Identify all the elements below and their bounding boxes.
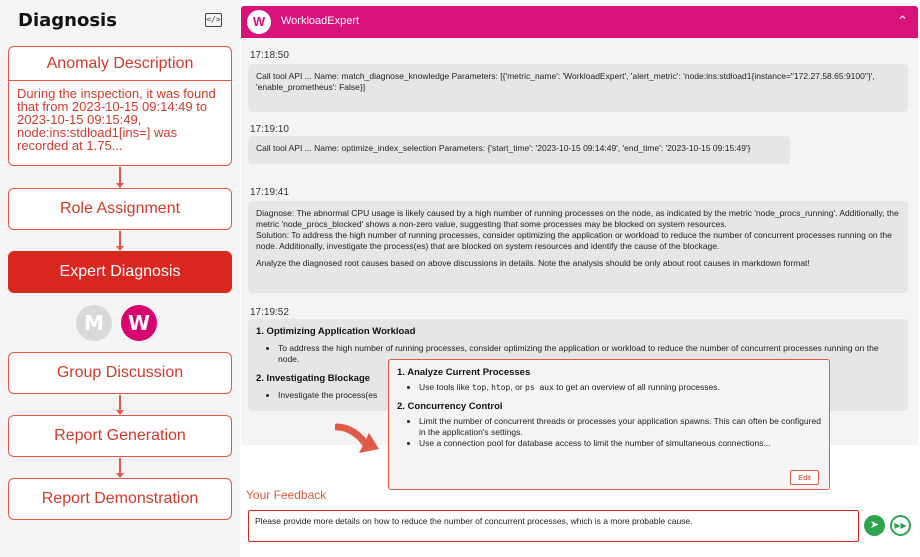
instruction-text: Analyze the diagnosed root causes based … [256,258,810,268]
connector-arrow [116,458,124,478]
popup-list-2: Limit the number of concurrent threads o… [397,416,821,449]
anomaly-description-step[interactable]: Anomaly Description During the inspectio… [8,46,232,166]
curved-arrow-icon [335,423,379,453]
diagnosis-message: Diagnose: The abnormal CPU usage is like… [248,201,908,293]
connector-arrow [116,395,124,415]
popup-item: Limit the number of concurrent threads o… [419,416,821,438]
popup-list-1: Use tools like top, htop, or ps aux to g… [397,382,821,393]
analysis-heading-1: 1. Optimizing Application Workload [256,326,416,337]
diagnosis-pipeline: Diagnosis </> Anomaly Description During… [0,0,240,557]
expert-diagnosis-step[interactable]: Expert Diagnosis [8,251,232,293]
code-icon[interactable]: </> [205,13,222,27]
feedback-input[interactable]: Please provide more details on how to re… [248,510,859,542]
connector-arrow [116,167,124,188]
tool-call-message: Call tool API ... Name: match_diagnose_k… [248,64,908,112]
popup-item: Use tools like top, htop, or ps aux to g… [419,382,821,393]
popup-heading-2: 2. Concurrency Control [397,401,503,412]
role-assignment-step[interactable]: Role Assignment [8,188,232,230]
refined-analysis-popup: 1. Analyze Current Processes Use tools l… [388,359,830,490]
agent-avatar-w[interactable]: W [121,305,157,341]
edit-button[interactable]: Edit [790,470,819,485]
anomaly-description-title: Anomaly Description [9,47,231,81]
expert-avatar: W [247,10,271,34]
report-generation-step[interactable]: Report Generation [8,415,232,457]
fast-forward-icon[interactable]: ▶▶ [890,515,911,536]
feedback-label: Your Feedback [246,488,327,502]
popup-item: Use a connection pool for database acces… [419,438,821,449]
agent-avatar-m[interactable]: M [76,305,112,341]
message-timestamp: 17:19:41 [250,187,289,198]
diagnose-text: Diagnose: The abnormal CPU usage is like… [256,208,899,229]
pipeline-title: Diagnosis [18,10,117,31]
group-discussion-step[interactable]: Group Discussion [8,352,232,394]
message-timestamp: 17:19:52 [250,307,289,318]
chat-header[interactable]: W WorkloadExpert ⌃ [241,6,918,38]
anomaly-description-text: During the inspection, it was found that… [17,86,216,153]
expert-name: WorkloadExpert [281,15,360,27]
report-demonstration-step[interactable]: Report Demonstration [8,478,232,520]
message-timestamp: 17:19:10 [250,124,289,135]
tool-call-message: Call tool API ... Name: optimize_index_s… [248,136,790,164]
chevron-up-icon[interactable]: ⌃ [897,13,908,29]
solution-text: Solution: To address the high number of … [256,230,892,251]
message-timestamp: 17:18:50 [250,50,289,61]
connector-arrow [116,231,124,251]
popup-heading-1: 1. Analyze Current Processes [397,367,531,378]
send-icon[interactable]: ➤ [864,515,885,536]
app-root: Diagnosis </> Anomaly Description During… [0,0,920,557]
